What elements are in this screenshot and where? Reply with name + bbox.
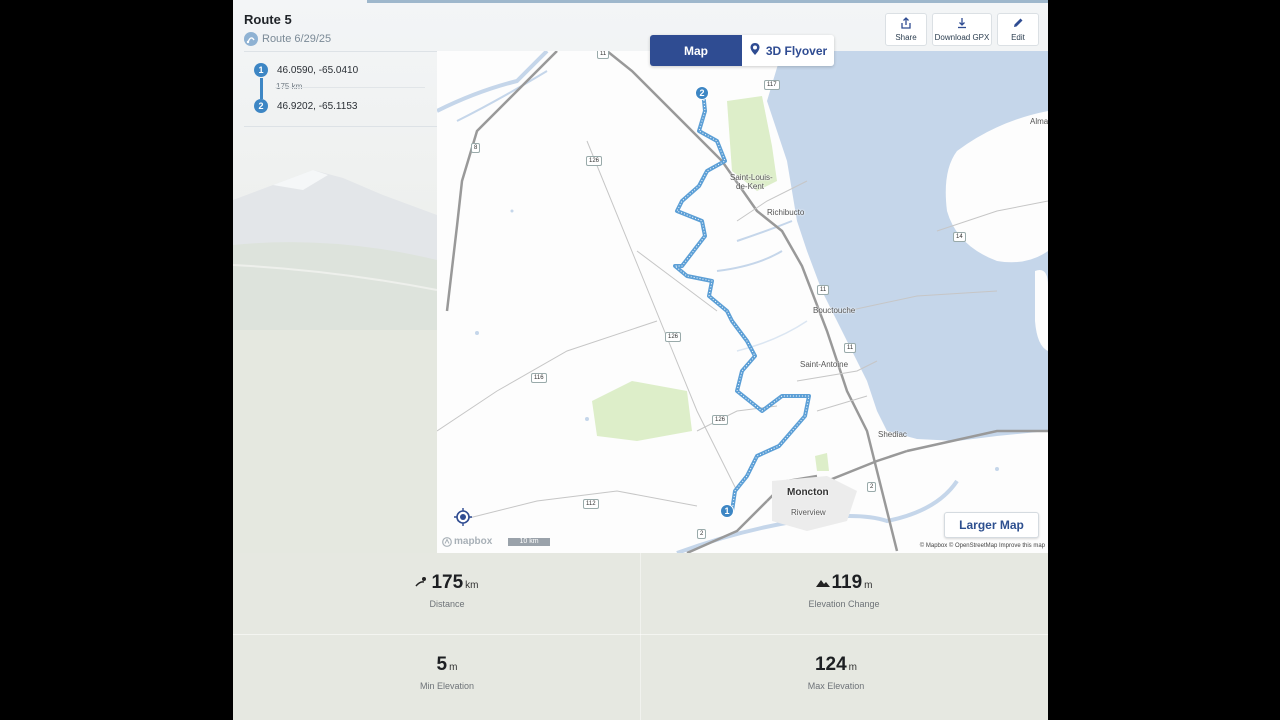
mountain-icon <box>815 575 830 593</box>
distance-value: 175 <box>431 572 464 593</box>
map-canvas <box>437 51 1048 553</box>
stat-min-elevation: 5 m Min Elevation <box>347 654 547 691</box>
elevation-change-label: Elevation Change <box>808 599 880 609</box>
share-icon <box>900 17 912 31</box>
road-shield: 112 <box>583 499 599 509</box>
edit-label: Edit <box>1011 33 1025 42</box>
divider <box>640 553 641 720</box>
locate-me-icon[interactable] <box>454 508 472 526</box>
download-icon <box>956 17 968 31</box>
waypoint-coordinates: 46.0590, -65.0410 <box>277 64 359 76</box>
road-shield: 11 <box>817 285 830 295</box>
route-date: Route 6/29/25 <box>262 33 332 45</box>
waypoint-list: 1 46.0590, -65.0410 175 km 2 46.9202, -6… <box>244 57 437 127</box>
waypoint-coordinates: 46.9202, -65.1153 <box>277 100 358 112</box>
road-shield: 14 <box>953 232 966 242</box>
download-gpx-label: Download GPX <box>934 33 990 42</box>
road-shield: 11 <box>597 51 610 59</box>
map-attribution[interactable]: © Mapbox © OpenStreetMap Improve this ma… <box>920 543 1045 549</box>
min-elevation-unit: m <box>449 662 458 673</box>
route-subtitle: Route 6/29/25 <box>244 31 331 47</box>
share-label: Share <box>895 33 917 42</box>
tab-3d-flyover[interactable]: 3D Flyover <box>742 35 834 66</box>
stat-max-elevation: 124 m Max Elevation <box>736 654 936 691</box>
road-shield: 126 <box>586 156 603 166</box>
place-label: Riverview <box>791 508 826 517</box>
road-shield: 126 <box>665 332 682 342</box>
route-icon <box>244 32 258 46</box>
distance-label: Distance <box>429 599 465 609</box>
stat-elevation-change: 119 m Elevation Change <box>744 572 944 609</box>
max-elevation-value: 124 <box>814 654 847 675</box>
route-stats: 175 km Distance 119 m Elevation Change 5… <box>233 553 1048 720</box>
place-label: Shediac <box>878 430 907 439</box>
view-toggle: Map 3D Flyover <box>650 35 834 66</box>
app-window: Route 5 Route 6/29/25 1 46.0590, -65.041… <box>233 0 1048 720</box>
edit-button[interactable]: Edit <box>997 13 1039 46</box>
divider <box>244 51 437 52</box>
waypoint-marker: 2 <box>254 99 268 113</box>
waypoint-connector <box>260 78 263 99</box>
waypoint-marker: 1 <box>254 63 268 77</box>
divider <box>244 126 437 127</box>
place-label: Saint-Antoine <box>800 360 849 369</box>
road-shield: 116 <box>531 373 547 383</box>
flyover-pin-icon <box>749 42 761 59</box>
min-elevation-label: Min Elevation <box>419 681 475 691</box>
road-shield: 8 <box>471 143 481 153</box>
max-elevation-unit: m <box>848 662 858 673</box>
share-button[interactable]: Share <box>885 13 927 46</box>
divider <box>275 87 425 88</box>
waypoint-pin-1[interactable]: 1 <box>720 504 734 518</box>
waypoint-item[interactable]: 1 46.0590, -65.0410 <box>254 63 358 77</box>
waypoint-item[interactable]: 2 46.9202, -65.1153 <box>254 99 357 113</box>
route-title: Route 5 <box>244 12 292 27</box>
road-shield: 2 <box>867 482 877 492</box>
min-elevation-value: 5 <box>436 654 448 675</box>
place-label: Bouctouche <box>813 306 856 315</box>
road-shield: 11 <box>844 343 857 353</box>
stat-distance: 175 km Distance <box>347 572 547 609</box>
elevation-change-value: 119 <box>831 572 863 593</box>
road-shield: 117 <box>764 80 780 90</box>
larger-map-button[interactable]: Larger Map <box>944 512 1039 538</box>
max-elevation-label: Max Elevation <box>807 681 865 691</box>
place-label-city: Moncton <box>787 487 829 498</box>
waypoint-pin-2[interactable]: 2 <box>695 86 709 100</box>
tab-3d-flyover-label: 3D Flyover <box>765 43 828 58</box>
mapbox-logo[interactable]: mapbox <box>442 536 492 547</box>
download-gpx-button[interactable]: Download GPX <box>932 13 992 46</box>
road-shield: 2 <box>697 529 707 539</box>
road-shield: 126 <box>712 415 729 425</box>
distance-unit: km <box>465 580 479 591</box>
progress-bar <box>367 0 1048 3</box>
place-label: Alma <box>1030 117 1048 126</box>
mapbox-logo-text: mapbox <box>454 536 493 547</box>
scale-bar: 10 km <box>508 538 550 546</box>
place-label: Saint-Louis- <box>730 173 773 182</box>
elevation-change-unit: m <box>864 580 873 591</box>
route-map[interactable]: Saint-Louis- de-Kent Richibucto Bouctouc… <box>437 51 1048 553</box>
distance-icon <box>415 575 429 593</box>
tab-map[interactable]: Map <box>650 35 742 66</box>
place-label: de-Kent <box>736 182 765 191</box>
place-label: Richibucto <box>767 208 805 217</box>
pencil-icon <box>1012 17 1024 31</box>
